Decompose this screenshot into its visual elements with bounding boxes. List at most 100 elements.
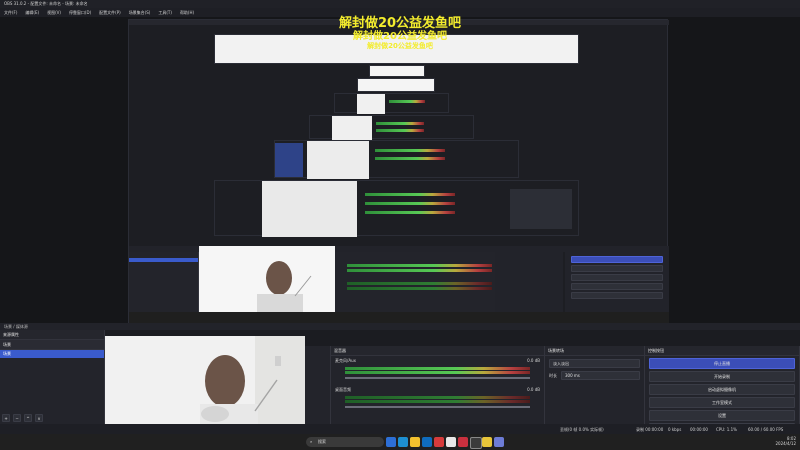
mixer-track-2: 桌面音频 0.0 dB bbox=[331, 382, 544, 395]
edge-icon[interactable] bbox=[398, 437, 408, 447]
status-recording: 录制 00:00:00 bbox=[636, 427, 664, 432]
menu-help[interactable]: 帮助(H) bbox=[180, 10, 194, 16]
track-1-meter bbox=[345, 367, 530, 374]
mixer-dock: 混音器 麦克风/Aux 0.0 dB 桌面音频 0.0 dB bbox=[331, 346, 545, 424]
app-crimson-icon[interactable] bbox=[458, 437, 468, 447]
nested-webcam-3 bbox=[307, 141, 369, 179]
mixer-header: 混音器 bbox=[331, 346, 544, 356]
title-bar: OBS 31.0.2 - 配置文件: 未命名 - 场景: 未命名 bbox=[0, 0, 800, 8]
app-white-icon[interactable] bbox=[446, 437, 456, 447]
nested-mixer bbox=[335, 252, 495, 316]
scene-strip: 场景 / 媒体源 bbox=[0, 323, 800, 330]
taskbar-clock: 8:02 2024/4/12 bbox=[762, 436, 796, 446]
nested-obs-window-6 bbox=[357, 78, 435, 92]
remove-scene-button[interactable]: − bbox=[13, 414, 21, 422]
app-red-icon[interactable] bbox=[434, 437, 444, 447]
scenes-list-title: 场景 bbox=[3, 342, 11, 347]
sources-side-panel bbox=[305, 346, 331, 424]
nested-obs-window-7 bbox=[369, 65, 425, 77]
nested-obs-window-3 bbox=[274, 140, 519, 179]
menu-profile[interactable]: 配置文件(P) bbox=[99, 10, 121, 16]
app-yellow-icon[interactable] bbox=[482, 437, 492, 447]
duration-label: 时长 bbox=[549, 372, 557, 378]
app-purple-icon[interactable] bbox=[494, 437, 504, 447]
controls-dock: 控制按钮 停止直播 开始录制 启动虚拟摄像机 工作室模式 设置 退出 bbox=[645, 346, 800, 434]
scene-item[interactable]: 场景 bbox=[0, 350, 104, 358]
mixer-track-1: 麦克风/Aux 0.0 dB bbox=[331, 356, 544, 366]
track-2-meter bbox=[345, 396, 530, 403]
nested-obs-window-1 bbox=[128, 19, 669, 326]
track-1-slider[interactable] bbox=[345, 377, 530, 379]
transitions-header: 场景转场 bbox=[545, 346, 644, 356]
menu-edit[interactable]: 编辑(E) bbox=[25, 10, 39, 16]
menu-tools[interactable]: 工具(T) bbox=[158, 10, 172, 16]
nested-webcam-4 bbox=[332, 116, 372, 140]
status-fps: 60.00 / 60.00 FPS bbox=[748, 427, 784, 432]
controls-header: 控制按钮 bbox=[645, 346, 799, 356]
add-scene-button[interactable]: + bbox=[2, 414, 10, 422]
track-2-name: 桌面音频 bbox=[335, 387, 351, 392]
nested-controls bbox=[565, 252, 669, 316]
mixer-title: 混音器 bbox=[334, 348, 346, 353]
start-recording-button[interactable]: 开始录制 bbox=[649, 371, 795, 382]
nested-meter-3 bbox=[375, 149, 445, 160]
taskbar-search[interactable]: ⌕ 搜索 bbox=[306, 437, 384, 447]
menu-view[interactable]: 视图(V) bbox=[47, 10, 61, 16]
nested-transitions bbox=[495, 252, 563, 316]
scene-strip-label: 场景 / 媒体源 bbox=[4, 324, 28, 329]
scenes-dock-title: 来源属性 bbox=[3, 332, 19, 337]
controls-title: 控制按钮 bbox=[648, 348, 664, 353]
menu-scene-collection[interactable]: 场景集合(S) bbox=[129, 10, 151, 16]
nested-controls-2 bbox=[510, 189, 572, 229]
transition-duration-row: 时长 300 ms bbox=[549, 371, 640, 380]
track-2-slider[interactable] bbox=[345, 406, 530, 408]
settings-button[interactable]: 设置 bbox=[649, 410, 795, 421]
store-icon[interactable] bbox=[422, 437, 432, 447]
overlay-headline-2: 解封做20公益发鱼吧 bbox=[353, 31, 447, 42]
scenes-dock-header: 来源属性 bbox=[0, 330, 104, 340]
duration-input[interactable]: 300 ms bbox=[561, 371, 640, 380]
search-icon: ⌕ bbox=[310, 439, 313, 444]
status-kbps: 0 kbps bbox=[668, 427, 682, 432]
status-cpu: CPU: 1.1% bbox=[716, 427, 737, 432]
status-bar: 丢帧(0 帧 0.0% 实际帧) 录制 00:00:00 0 kbps 00:0… bbox=[0, 424, 800, 434]
track-1-db: 0.0 dB bbox=[527, 358, 540, 363]
studio-mode-button[interactable]: 工作室模式 bbox=[649, 397, 795, 408]
nested-scenes-panel bbox=[129, 252, 199, 316]
windows-icon[interactable] bbox=[386, 437, 396, 447]
nested-obs-window-5 bbox=[334, 93, 449, 114]
preview-canvas[interactable]: 解封做20公益发鱼吧 解封做20公益发鱼吧 解封做20公益发鱼吧 bbox=[0, 16, 800, 326]
menu-docks[interactable]: 停靠窗口(D) bbox=[69, 10, 91, 16]
stop-streaming-button[interactable]: 停止直播 bbox=[649, 358, 795, 369]
menu-file[interactable]: 文件(F) bbox=[4, 10, 17, 16]
clock-date: 2024/4/12 bbox=[775, 441, 796, 446]
move-up-button[interactable]: ^ bbox=[24, 414, 32, 422]
nested-meter-2 bbox=[365, 193, 455, 214]
taskbar: ⌕ 搜索 8:02 2024/4/12 bbox=[0, 434, 800, 450]
nested-webcam-5 bbox=[357, 94, 385, 114]
transition-type-select[interactable]: 淡入淡出 bbox=[549, 359, 640, 368]
move-down-button[interactable]: v bbox=[35, 414, 43, 422]
nested-webcam-2 bbox=[262, 181, 357, 237]
overlay-headline-3: 解封做20公益发鱼吧 bbox=[367, 42, 433, 50]
webcam-person-figure bbox=[200, 336, 305, 424]
transitions-dock: 场景转场 淡入淡出 时长 300 ms bbox=[545, 346, 645, 424]
webcam-preview bbox=[105, 336, 305, 424]
nested-meter-4 bbox=[376, 122, 424, 132]
track-2-db: 0.0 dB bbox=[527, 387, 540, 392]
transitions-title: 场景转场 bbox=[548, 348, 564, 353]
scenes-dock: 来源属性 场景 场景 + − ^ v bbox=[0, 330, 105, 424]
explorer-icon[interactable] bbox=[410, 437, 420, 447]
obs-icon[interactable] bbox=[470, 437, 482, 449]
window-title: OBS 31.0.2 - 配置文件: 未命名 - 场景: 未命名 bbox=[4, 1, 88, 6]
status-dropped-frames: 丢帧(0 帧 0.0% 实际帧) bbox=[560, 427, 604, 432]
taskbar-search-label: 搜索 bbox=[318, 439, 326, 444]
nested-scenes-3 bbox=[275, 143, 303, 177]
scenes-toolbar: + − ^ v bbox=[2, 414, 43, 422]
scenes-list-header: 场景 bbox=[0, 340, 104, 350]
overlay-headline-1: 解封做20公益发鱼吧 bbox=[338, 16, 462, 31]
nested-obs-window-4 bbox=[309, 115, 474, 140]
status-time: 00:00:00 bbox=[690, 427, 708, 432]
nested-obs-window-2 bbox=[214, 180, 579, 237]
virtual-camera-button[interactable]: 启动虚拟摄像机 bbox=[649, 384, 795, 395]
